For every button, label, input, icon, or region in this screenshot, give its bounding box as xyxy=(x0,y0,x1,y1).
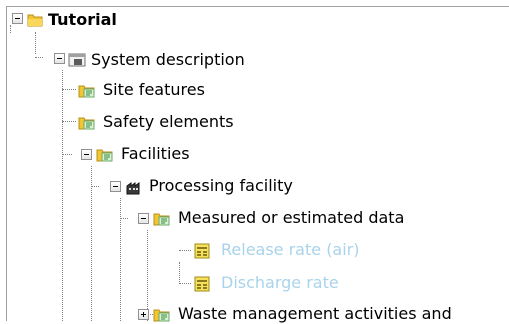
node-label: Discharge rate xyxy=(221,273,339,292)
collapse-toggle[interactable] xyxy=(81,149,92,160)
data-table-icon xyxy=(194,243,210,259)
category-folder-icon xyxy=(153,213,170,226)
node-label: Facilities xyxy=(121,144,190,163)
system-icon xyxy=(68,53,86,67)
folder-icon xyxy=(27,14,43,27)
category-folder-icon xyxy=(96,149,113,162)
node-label: Waste management activities and xyxy=(178,304,452,323)
node-label: Release rate (air) xyxy=(221,240,360,259)
expand-toggle[interactable] xyxy=(138,309,149,320)
category-folder-icon xyxy=(153,309,170,322)
node-label: Site features xyxy=(103,80,205,99)
facility-icon xyxy=(126,182,140,195)
collapse-toggle[interactable] xyxy=(12,13,23,24)
collapse-toggle[interactable] xyxy=(138,213,149,224)
node-label: Safety elements xyxy=(103,112,234,131)
node-label: Processing facility xyxy=(149,176,293,195)
node-label: Tutorial xyxy=(48,10,117,29)
node-label: Measured or estimated data xyxy=(178,208,405,227)
category-folder-icon xyxy=(78,85,95,98)
node-label: System description xyxy=(91,50,245,69)
category-folder-icon xyxy=(78,117,95,130)
data-table-icon xyxy=(194,276,210,292)
collapse-toggle[interactable] xyxy=(110,181,121,192)
collapse-toggle[interactable] xyxy=(54,53,65,64)
